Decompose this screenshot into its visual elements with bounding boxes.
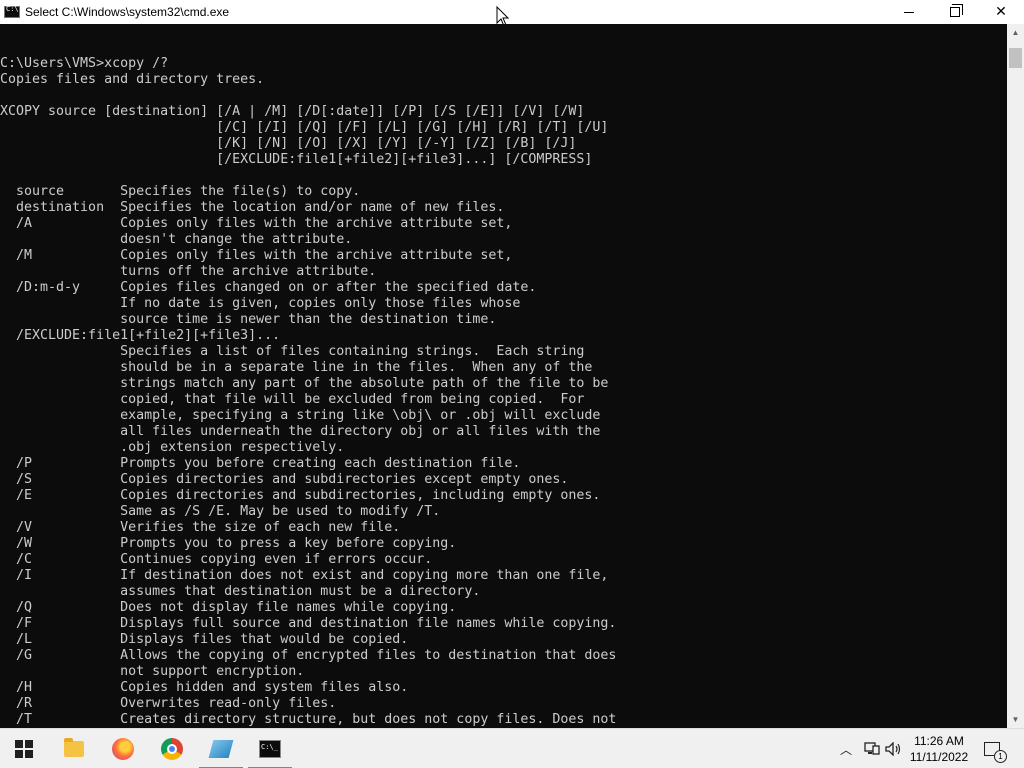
console-output-area[interactable]: C:\Users\VMS>xcopy /? Copies files and d…: [0, 24, 1007, 728]
notification-count-badge: 1: [994, 750, 1007, 763]
console-line: If no date is given, copies only those f…: [0, 296, 521, 311]
taskbar-file-explorer[interactable]: [50, 729, 98, 768]
console-line: Specifies a list of files containing str…: [0, 344, 585, 359]
minimize-button[interactable]: [886, 0, 932, 24]
console-line: C:\Users\VMS>xcopy /?: [0, 56, 169, 71]
console-line: /G Allows the copying of encrypted files…: [0, 648, 617, 663]
taskbar-clock[interactable]: 11:26 AM 11/11/2022: [904, 733, 974, 765]
console-line: .obj extension respectively.: [0, 440, 345, 455]
taskbar-firefox[interactable]: [99, 729, 147, 768]
volume-icon[interactable]: [884, 729, 904, 768]
console-line: destination Specifies the location and/o…: [0, 200, 505, 215]
clock-date: 11/11/2022: [909, 750, 969, 764]
console-line: /S Copies directories and subdirectories…: [0, 472, 569, 487]
console-line: /M Copies only files with the archive at…: [0, 248, 513, 263]
action-center-button[interactable]: 1: [980, 737, 1007, 763]
console-text: C:\Users\VMS>xcopy /? Copies files and d…: [0, 56, 616, 728]
scrollbar-thumb[interactable]: [1009, 48, 1022, 68]
console-line: turns off the archive attribute.: [0, 264, 377, 279]
window-title: Select C:\Windows\system32\cmd.exe: [25, 5, 230, 19]
minimize-icon: [904, 11, 914, 13]
console-line: /W Prompts you to press a key before cop…: [0, 536, 457, 551]
window-titlebar[interactable]: Select C:\Windows\system32\cmd.exe ✕: [0, 0, 1024, 24]
console-line: copied, that file will be excluded from …: [0, 392, 585, 407]
console-line: /F Displays full source and destination …: [0, 616, 617, 631]
console-line: /A Copies only files with the archive at…: [0, 216, 513, 231]
taskbar: ︿ 11:26 AM 11/11/2022 1: [0, 728, 1024, 768]
console-line: doesn't change the attribute.: [0, 232, 353, 247]
cmd-icon: [259, 740, 281, 758]
show-hidden-icons-button[interactable]: ︿: [838, 729, 854, 768]
notification-icon: 1: [984, 742, 1007, 763]
console-line: example, specifying a string like \obj\ …: [0, 408, 601, 423]
restore-icon: [950, 4, 963, 17]
close-button[interactable]: ✕: [978, 0, 1024, 24]
taskbar-notepad[interactable]: [197, 729, 245, 768]
console-line: /L Displays files that would be copied.: [0, 632, 409, 647]
close-icon: ✕: [995, 4, 1007, 20]
cmd-app-icon[interactable]: [4, 5, 20, 18]
console-line: assumes that destination must be a direc…: [0, 584, 481, 599]
console-line: /T Creates directory structure, but does…: [0, 712, 617, 727]
console-line: /P Prompts you before creating each dest…: [0, 456, 521, 471]
start-button[interactable]: [0, 729, 48, 768]
scroll-up-arrow-icon[interactable]: ▲: [1007, 24, 1024, 41]
console-line: Same as /S /E. May be used to modify /T.: [0, 504, 441, 519]
console-line: [/EXCLUDE:file1[+file2][+file3]...] [/CO…: [0, 152, 593, 167]
clock-time: 11:26 AM: [914, 734, 964, 748]
console-line: /V Verifies the size of each new file.: [0, 520, 401, 535]
console-line: Copies files and directory trees.: [0, 72, 265, 87]
console-line: [/C] [/I] [/Q] [/F] [/L] [/G] [/H] [/R] …: [0, 120, 609, 135]
chevron-up-icon: ︿: [839, 742, 852, 757]
console-line: /R Overwrites read-only files.: [0, 696, 337, 711]
taskbar-cmd[interactable]: [246, 729, 294, 768]
console-line: /H Copies hidden and system files also.: [0, 680, 409, 695]
chrome-icon: [161, 738, 183, 760]
console-line: strings match any part of the absolute p…: [0, 376, 609, 391]
vertical-scrollbar[interactable]: ▲ ▼: [1007, 24, 1024, 728]
console-line: /C Continues copying even if errors occu…: [0, 552, 433, 567]
console-line: should be in a separate line in the file…: [0, 360, 593, 375]
console-line: /I If destination does not exist and cop…: [0, 568, 609, 583]
console-line: /EXCLUDE:file1[+file2][+file3]...: [0, 328, 281, 343]
scroll-down-arrow-icon[interactable]: ▼: [1007, 711, 1024, 728]
firefox-icon: [112, 738, 134, 760]
console-line: [/K] [/N] [/O] [/X] [/Y] [/-Y] [/Z] [/B]…: [0, 136, 577, 151]
windows-start-icon: [15, 740, 33, 758]
file-explorer-icon: [64, 738, 84, 757]
taskbar-chrome[interactable]: [148, 729, 196, 768]
console-line: /Q Does not display file names while cop…: [0, 600, 457, 615]
console-line: source time is newer than the destinatio…: [0, 312, 497, 327]
window-controls: ✕: [886, 0, 1024, 24]
console-line: not support encryption.: [0, 664, 305, 679]
console-line: XCOPY source [destination] [/A | /M] [/D…: [0, 104, 585, 119]
console-line: source Specifies the file(s) to copy.: [0, 184, 361, 199]
notepad-icon: [208, 740, 234, 758]
console-line: /D:m-d-y Copies files changed on or afte…: [0, 280, 537, 295]
maximize-button[interactable]: [932, 0, 978, 24]
console-line: all files underneath the directory obj o…: [0, 424, 601, 439]
network-icon[interactable]: [862, 729, 882, 768]
console-line: /E Copies directories and subdirectories…: [0, 488, 601, 503]
